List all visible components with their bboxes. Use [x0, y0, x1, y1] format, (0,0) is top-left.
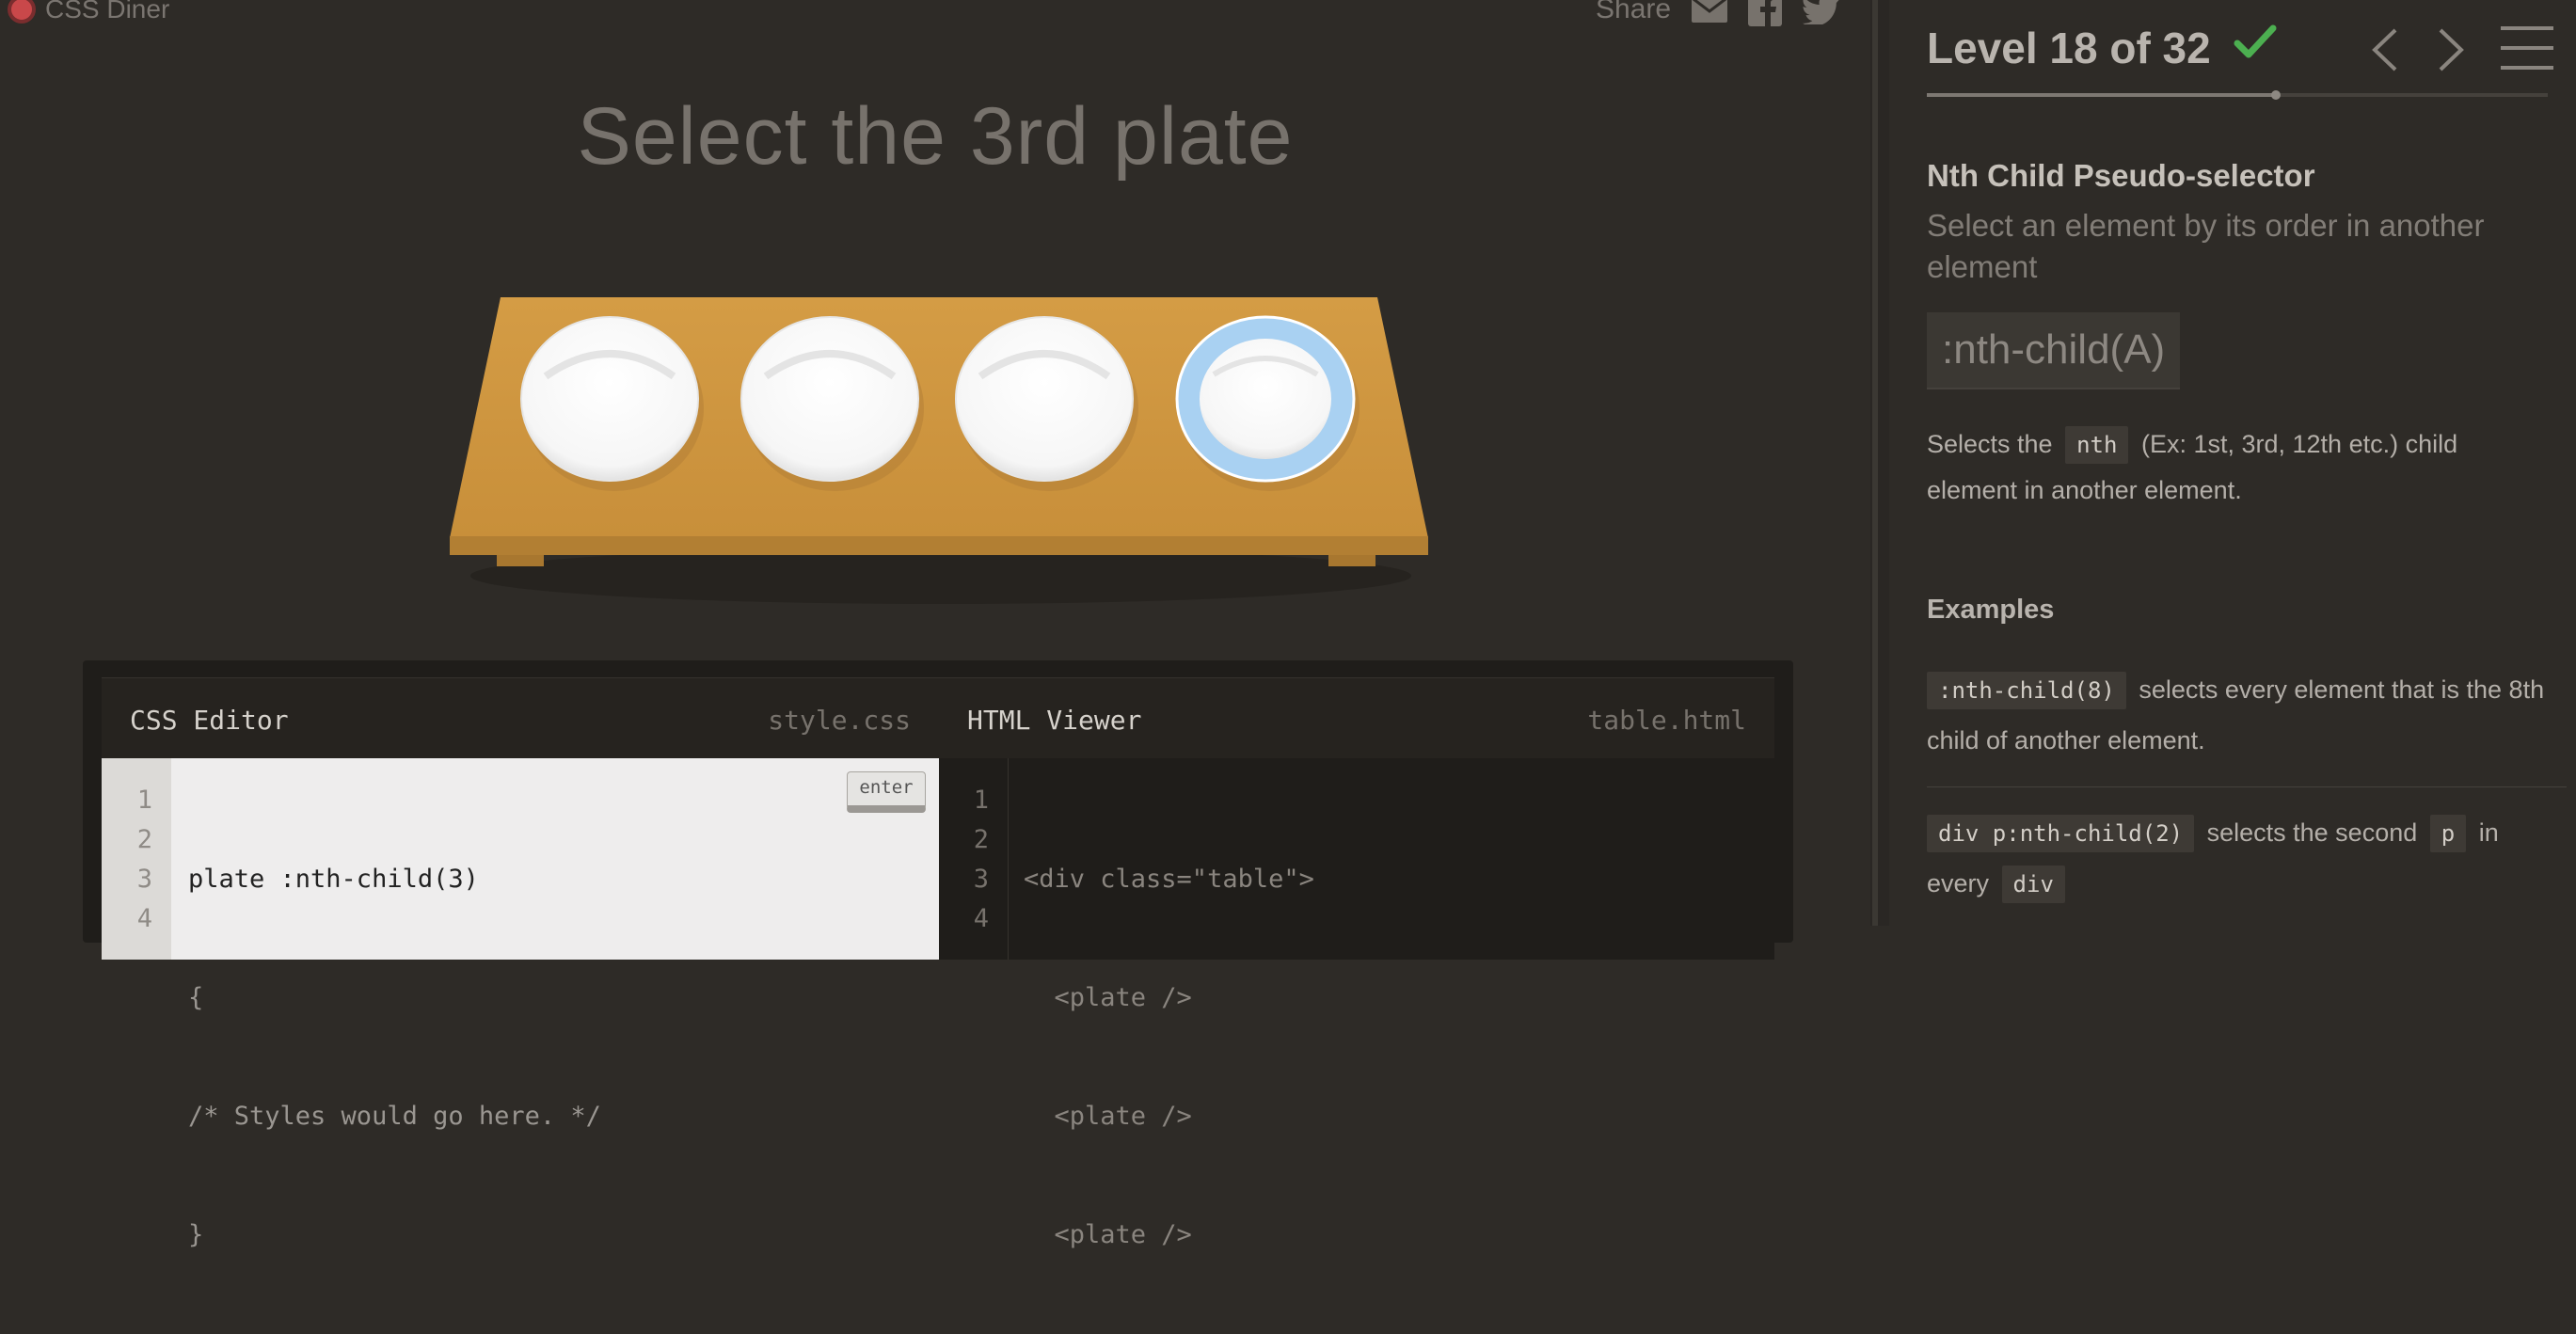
- html-line[interactable]: <plate />: [1024, 978, 1314, 1018]
- css-editor-title: CSS Editor: [130, 705, 289, 736]
- example-text: selects the second: [2206, 818, 2418, 847]
- level-progress-knob: [2271, 90, 2282, 100]
- sidebar: Level 18 of 32 Nth Child Pseudo-selector…: [1889, 0, 2576, 926]
- code-comment: /* Styles would go here. */: [188, 1102, 601, 1131]
- mail-icon[interactable]: [1692, 0, 1728, 23]
- line-number: 4: [973, 904, 989, 933]
- level-progress-fill: [1927, 93, 2277, 97]
- examples-heading: Examples: [1927, 595, 2055, 625]
- html-viewer-header: HTML Viewer table.html: [939, 677, 1774, 760]
- html-line-numbers: 1 2 3 4: [939, 758, 1009, 960]
- facebook-icon[interactable]: [1748, 0, 1783, 26]
- code-line: {: [188, 983, 204, 1012]
- line-number: 4: [136, 904, 152, 933]
- html-viewer-filename: table.html: [1587, 705, 1746, 736]
- css-input[interactable]: plate :nth-child(3): [188, 860, 601, 899]
- level-instruction: Select the 3rd plate: [577, 91, 1294, 182]
- line-number: 3: [973, 865, 989, 894]
- line-number: 1: [973, 786, 989, 815]
- css-editor-header: CSS Editor style.css: [102, 677, 939, 760]
- css-code[interactable]: plate :nth-child(3) { /* Styles would go…: [188, 781, 601, 1334]
- dinner-table: [450, 297, 1428, 604]
- code-line: }: [188, 1220, 204, 1249]
- example-item: :nth-child(8) selects every element that…: [1927, 664, 2548, 766]
- line-number: 2: [136, 825, 152, 854]
- html-line[interactable]: <plate />: [1024, 1215, 1314, 1255]
- description-text: Selects the: [1927, 430, 2053, 458]
- app-logo[interactable]: CSS Diner: [8, 0, 169, 24]
- code-chip: p: [2429, 815, 2467, 852]
- example-item: div p:nth-child(2) selects the second p …: [1927, 807, 2548, 909]
- game-area: CSS Diner Share Select the 3rd plate CSS…: [0, 0, 1870, 1249]
- level-indicator[interactable]: Level 18 of 32: [1927, 23, 2211, 73]
- line-number: 1: [136, 786, 152, 815]
- selector-description: Selects the nth (Ex: 1st, 3rd, 12th etc.…: [1927, 421, 2538, 514]
- selector-title: Select an element by its order in anothe…: [1927, 208, 2485, 284]
- css-editor-body[interactable]: 1 2 3 4 plate :nth-child(3) { /* Styles …: [102, 758, 939, 1249]
- twitter-icon[interactable]: [1803, 0, 1840, 24]
- check-icon: [2234, 23, 2277, 65]
- selector-syntax: :nth-child(A): [1927, 312, 2181, 389]
- logo-dot-icon: [8, 0, 36, 24]
- selector-name: Nth Child Pseudo-selector: [1927, 158, 2315, 193]
- css-editor: CSS Editor style.css 1 2 3 4 plate :nth-…: [102, 677, 939, 1249]
- css-editor-filename: style.css: [768, 705, 911, 736]
- menu-icon[interactable]: [2501, 24, 2553, 76]
- panel-divider[interactable]: [1870, 0, 1889, 926]
- code-chip: :nth-child(8): [1927, 672, 2126, 709]
- html-line[interactable]: <div class="table">: [1024, 860, 1314, 899]
- html-viewer-body: 1 2 3 4 <div class="table"> <plate /> <p…: [939, 758, 1774, 1249]
- next-level-icon[interactable]: [2435, 26, 2467, 78]
- app-name: CSS Diner: [45, 0, 170, 24]
- enter-button[interactable]: enter: [847, 771, 926, 813]
- code-chip: div: [2001, 866, 2065, 903]
- share-label: Share: [1596, 0, 1672, 24]
- code-chip: nth: [2065, 426, 2129, 464]
- level-progress-bar: [1927, 90, 2548, 100]
- html-viewer: HTML Viewer table.html 1 2 3 4 <div clas…: [939, 677, 1774, 1249]
- example-divider: [1927, 786, 2567, 787]
- previous-level-icon[interactable]: [2369, 26, 2401, 78]
- html-line[interactable]: <plate />: [1024, 1097, 1314, 1136]
- html-viewer-title: HTML Viewer: [967, 705, 1142, 736]
- html-code: <div class="table"> <plate /> <plate /> …: [1024, 781, 1314, 1334]
- line-number: 2: [973, 825, 989, 854]
- code-chip: div p:nth-child(2): [1927, 815, 2195, 852]
- share-bar: Share: [1596, 0, 1840, 26]
- line-number: 3: [136, 865, 152, 894]
- css-line-numbers: 1 2 3 4: [102, 758, 171, 960]
